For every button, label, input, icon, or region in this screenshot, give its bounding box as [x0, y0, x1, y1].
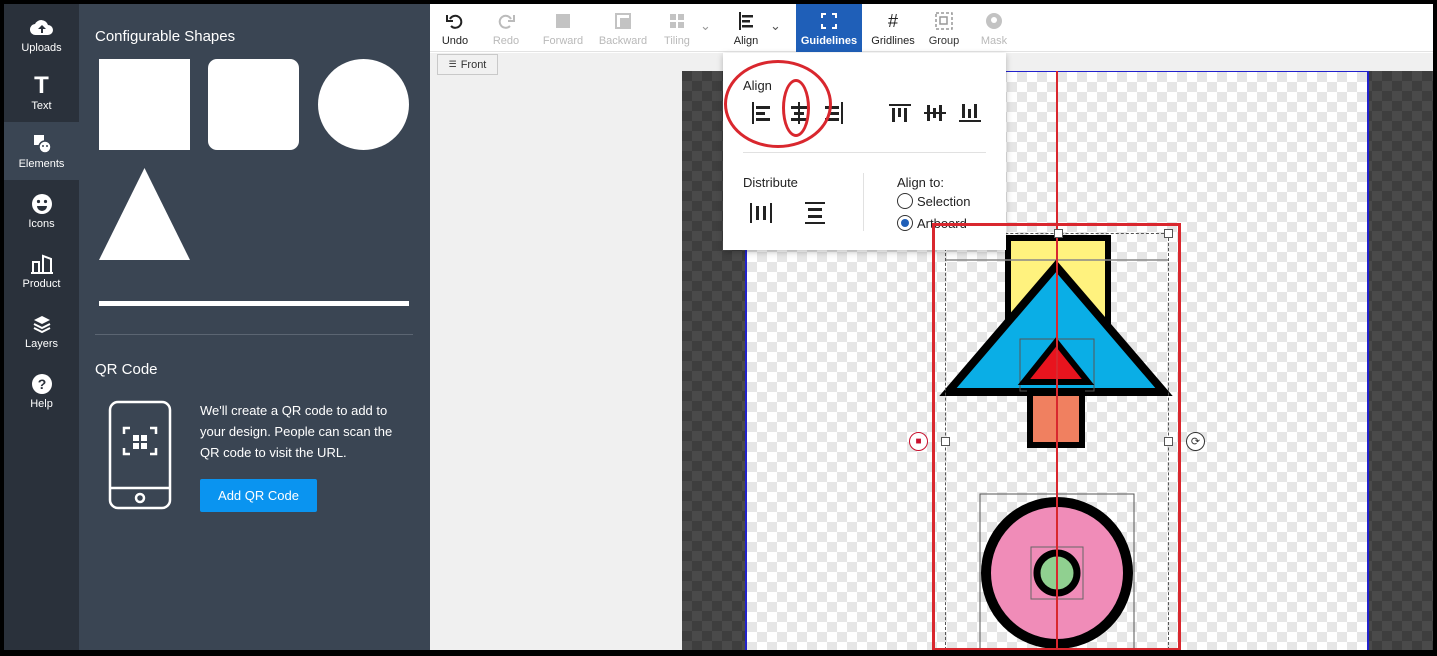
app-frame: Uploads T Text Elements Icons Product La… — [4, 4, 1433, 650]
align-top-icon[interactable] — [888, 101, 912, 125]
distribute-vertical-icon[interactable] — [803, 201, 827, 225]
align-section-label: Align — [743, 78, 772, 93]
align-left-icon[interactable] — [749, 101, 773, 125]
distribute-horizontal-icon[interactable] — [749, 201, 773, 225]
align-right-icon[interactable] — [822, 101, 846, 125]
delete-icon[interactable]: ■ — [909, 432, 928, 451]
selection-option-label: Selection — [917, 193, 971, 209]
align-to-selection-option[interactable]: Selection — [897, 193, 970, 209]
distribute-section-label: Distribute — [743, 175, 798, 190]
align-dropdown: Align Distribute Align to: Selection Art… — [723, 53, 1006, 250]
resize-handle[interactable] — [1054, 229, 1063, 238]
align-vertical-center-icon[interactable] — [923, 101, 947, 125]
align-to-label: Align to: — [897, 175, 944, 190]
selection-box — [945, 233, 1169, 650]
align-horizontal-center-icon[interactable] — [787, 101, 811, 125]
resize-handle[interactable] — [941, 437, 950, 446]
align-bottom-icon[interactable] — [958, 101, 982, 125]
align-menu-divider — [743, 152, 986, 153]
align-to-artboard-option[interactable]: Artboard — [897, 215, 967, 231]
resize-handle[interactable] — [1164, 229, 1173, 238]
rotate-icon[interactable]: ⟳ — [1186, 432, 1205, 451]
radio-button[interactable] — [897, 215, 913, 231]
design-elements — [939, 235, 1173, 650]
align-menu-vertical-divider — [863, 173, 864, 231]
artboard-option-label: Artboard — [917, 215, 967, 231]
radio-button[interactable] — [897, 193, 913, 209]
resize-handle[interactable] — [1164, 437, 1173, 446]
